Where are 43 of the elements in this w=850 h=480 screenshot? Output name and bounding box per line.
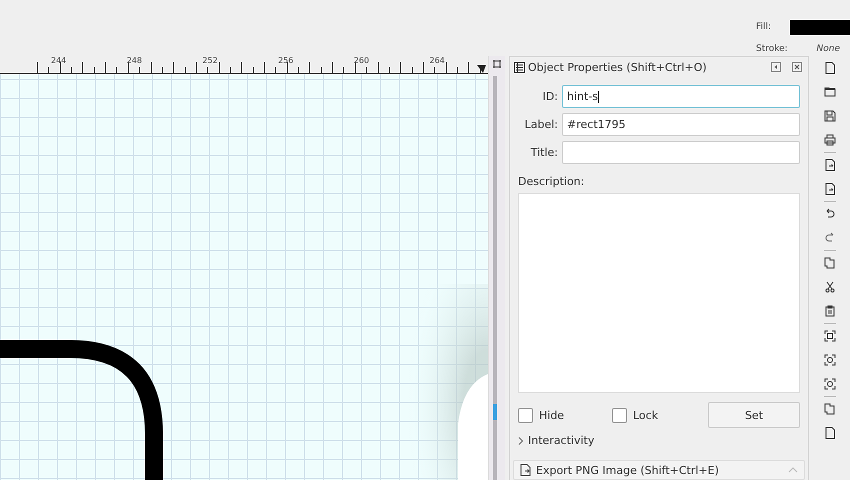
print-icon[interactable]	[824, 134, 836, 146]
zoom-draw-icon[interactable]	[824, 354, 836, 366]
checkbox[interactable]: Hide	[518, 408, 612, 422]
cut-icon[interactable]	[824, 281, 836, 293]
stroke-label: Stroke:	[756, 44, 789, 54]
field-label: Title:	[530, 146, 558, 159]
text-field[interactable]	[562, 141, 800, 164]
field-label: Label:	[524, 118, 558, 131]
interactivity-expander[interactable]: Interactivity	[518, 434, 800, 452]
zoom-corner-icon[interactable]	[492, 59, 502, 69]
redo-icon[interactable]	[824, 232, 836, 244]
checkbox[interactable]: Lock	[612, 408, 706, 422]
ruler-label: 256	[278, 56, 294, 65]
panel-icon	[514, 62, 525, 72]
dock-icon[interactable]	[771, 62, 781, 72]
description-label: Description:	[518, 175, 586, 188]
new-icon[interactable]	[824, 62, 836, 74]
zoom-sel-icon[interactable]	[824, 330, 836, 342]
drawing-canvas[interactable]	[0, 74, 488, 480]
fill-label: Fill:	[756, 22, 772, 32]
fill-swatch[interactable]	[790, 20, 850, 34]
zoom-page-icon[interactable]	[824, 378, 836, 390]
export-panel-header[interactable]: Export PNG Image (Shift+Ctrl+E)	[513, 460, 805, 480]
text-field[interactable]: hint-s	[562, 85, 800, 108]
open-icon[interactable]	[824, 86, 836, 98]
field-label: ID:	[542, 90, 558, 103]
save-icon[interactable]	[824, 110, 836, 122]
chevron-icon	[518, 436, 524, 444]
ruler-label: 244	[51, 56, 66, 65]
vertical-scrollbar[interactable]	[488, 56, 505, 480]
copy-icon[interactable]	[824, 257, 836, 269]
description-field[interactable]	[518, 193, 800, 393]
ruler-label: 264	[430, 56, 445, 65]
ruler-label: 252	[202, 56, 218, 65]
close-icon[interactable]	[792, 62, 802, 72]
stroke-value[interactable]: None	[790, 44, 850, 54]
set-button[interactable]: Set	[708, 402, 800, 428]
undo-icon[interactable]	[824, 208, 836, 220]
paste-icon[interactable]	[824, 305, 836, 317]
text-field[interactable]: #rect1795	[562, 113, 800, 136]
panel-title: Object Properties (Shift+Ctrl+O)	[528, 60, 708, 74]
ruler-label: 248	[126, 56, 142, 65]
ruler-label: 260	[354, 56, 370, 65]
